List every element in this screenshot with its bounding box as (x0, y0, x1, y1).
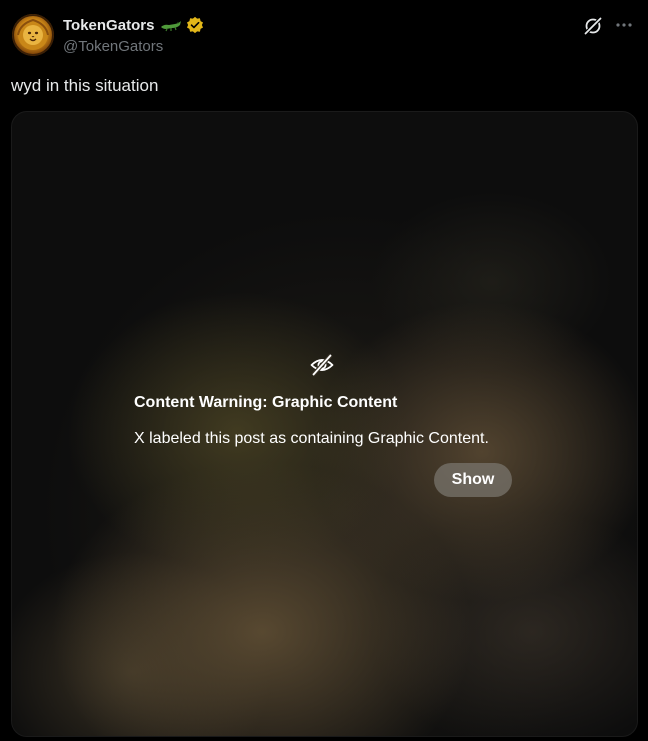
more-icon[interactable] (614, 15, 634, 35)
avatar[interactable] (12, 14, 54, 56)
crocodile-icon (160, 18, 182, 32)
show-button[interactable]: Show (434, 463, 512, 497)
display-name[interactable]: TokenGators (63, 17, 154, 34)
verified-badge-icon[interactable] (186, 16, 204, 34)
media-container[interactable]: Content Warning: Graphic Content X label… (11, 111, 638, 737)
grok-icon[interactable] (582, 15, 604, 37)
post-card: TokenGators @TokenGators wyd in this sit… (0, 0, 648, 741)
author-handle[interactable]: @TokenGators (63, 38, 163, 55)
post-text: wyd in this situation (11, 76, 159, 95)
author-name-row: TokenGators (63, 15, 204, 35)
warning-body: X labeled this post as containing Graphi… (134, 430, 489, 447)
eye-off-icon (309, 352, 335, 378)
lion-medallion-image (12, 14, 54, 56)
warning-title: Content Warning: Graphic Content (134, 394, 398, 411)
